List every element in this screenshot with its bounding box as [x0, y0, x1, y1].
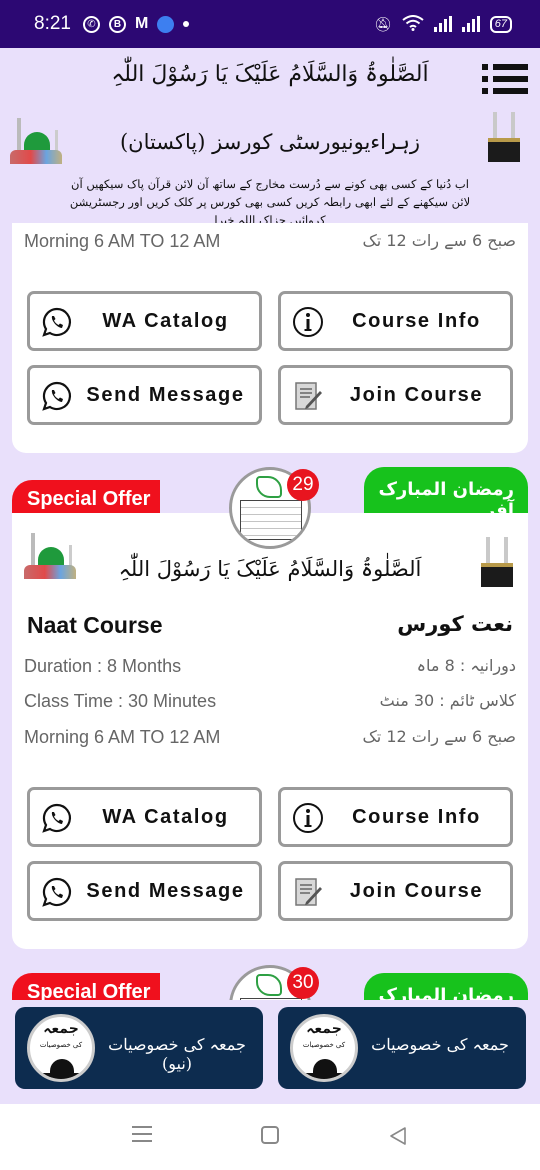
ramadan-offer-ribbon: رمضان المبارک آفر	[364, 973, 528, 1000]
class-time-en: Class Time : 30 Minutes	[24, 691, 217, 711]
duration-ur: دورانیہ : 8 ماہ	[416, 656, 516, 675]
wa-catalog-label: WA Catalog	[102, 309, 229, 332]
whatsapp-business-icon: B	[108, 15, 126, 33]
logo-icon	[256, 974, 282, 996]
promo-label: جمعہ کی خصوصیات (نیو)	[108, 1035, 246, 1073]
course-sheet-image	[240, 500, 302, 540]
battery-icon: 67	[489, 15, 512, 33]
schedule-ur: صبح 6 سے رات 12 تک	[362, 231, 516, 250]
messenger-icon	[157, 15, 175, 33]
special-offer-ribbon: Special Offer	[12, 973, 160, 1000]
join-course-label: Join Course	[349, 879, 484, 902]
ramadan-offer-ribbon: رمضان المبارک آفر	[364, 467, 528, 521]
schedule-ur: صبح 6 سے رات 12 تک	[362, 727, 516, 746]
course-number-badge: 30	[287, 967, 319, 999]
wa-catalog-label: WA Catalog	[102, 805, 229, 828]
schedule-row: Morning 6 AM TO 12 AM صبح 6 سے رات 12 تک	[24, 727, 516, 755]
system-nav-bar	[0, 1104, 540, 1170]
status-bar: 8:21 ✆ B M 🔕︎ 67	[0, 0, 540, 48]
mute-icon: 🔕︎	[373, 15, 392, 32]
course-info-button[interactable]: Course Info	[278, 291, 513, 351]
schedule-en: Morning 6 AM TO 12 AM	[24, 231, 221, 251]
whatsapp-icon	[42, 381, 72, 411]
whatsapp-icon	[42, 307, 72, 337]
course-card: اَلصَّلٰوۃُ وَالسَّلَامُ عَلَیْکَ یَا رَ…	[12, 513, 528, 949]
course-card: Morning 6 AM TO 12 AM صبح 6 سے رات 12 تک…	[12, 223, 528, 453]
system-icons: 🔕︎ 67	[373, 14, 512, 34]
schedule-en: Morning 6 AM TO 12 AM	[24, 727, 221, 747]
back-icon[interactable]	[388, 1126, 408, 1146]
logo-icon	[256, 476, 282, 498]
jumma-icon: جمعہ کی خصوصیات	[27, 1014, 95, 1082]
notification-icons: ✆ B M	[82, 15, 190, 33]
course-info-label: Course Info	[352, 805, 481, 828]
course-title-ur: نعت کورس	[397, 612, 513, 636]
jumma-icon-subtitle: کی خصوصیات	[302, 1041, 346, 1049]
gmail-icon: M	[134, 15, 149, 32]
home-icon[interactable]	[261, 1126, 279, 1144]
registration-form-icon	[295, 878, 322, 906]
course-title-en: Naat Course	[27, 612, 163, 638]
app-header: اَلصَّلٰوۃُ وَالسَّلَامُ عَلَیْکَ یَا رَ…	[0, 48, 540, 227]
wifi-icon	[402, 14, 424, 34]
promo-label: جمعہ کی خصوصیات	[371, 1035, 509, 1054]
jumma-features-new-button[interactable]: جمعہ کی خصوصیات جمعہ کی خصوصیات (نیو)	[15, 1007, 263, 1089]
join-course-button[interactable]: Join Course	[278, 365, 513, 425]
send-message-button[interactable]: Send Message	[27, 861, 262, 921]
course-list[interactable]: Morning 6 AM TO 12 AM صبح 6 سے رات 12 تک…	[0, 223, 540, 1000]
wa-catalog-button[interactable]: WA Catalog	[27, 787, 262, 847]
class-time-ur: کلاس ٹائم : 30 منٹ	[379, 691, 516, 710]
signal-icon	[433, 16, 452, 32]
info-icon	[293, 803, 323, 833]
send-message-button[interactable]: Send Message	[27, 365, 262, 425]
course-number-badge: 29	[287, 469, 319, 501]
jumma-icon-subtitle: کی خصوصیات	[39, 1041, 83, 1049]
recent-apps-icon[interactable]	[132, 1126, 152, 1142]
course-info-label: Course Info	[352, 309, 481, 332]
send-message-label: Send Message	[86, 879, 245, 902]
header-title: زہراءیونیورسٹی کورسز (پاکستان)	[119, 130, 421, 154]
card-salawat: اَلصَّلٰوۃُ وَالسَّلَامُ عَلَیْکَ یَا رَ…	[118, 557, 422, 581]
duration-row: Duration : 8 Months دورانیہ : 8 ماہ	[24, 656, 516, 684]
header-salawat: اَلصَّلٰوۃُ وَالسَّلَامُ عَلَیْکَ یَا رَ…	[111, 62, 429, 87]
course-title-row: Naat Course نعت کورس	[27, 612, 513, 639]
jumma-icon: جمعہ کی خصوصیات	[290, 1014, 358, 1082]
join-course-button[interactable]: Join Course	[278, 861, 513, 921]
registration-form-icon	[295, 382, 322, 410]
info-icon	[293, 307, 323, 337]
whatsapp-icon	[42, 803, 72, 833]
promo-bar: جمعہ کی خصوصیات جمعہ کی خصوصیات (نیو) جم…	[0, 1000, 540, 1104]
kaaba-icon	[478, 537, 516, 587]
join-course-label: Join Course	[349, 383, 484, 406]
jumma-features-button[interactable]: جمعہ کی خصوصیات جمعہ کی خصوصیات	[278, 1007, 526, 1089]
header-description: اب دُنیا کے کسی بھی کونے سے دُرست مخارج …	[69, 177, 471, 227]
whatsapp-icon	[42, 877, 72, 907]
kaaba-icon	[485, 112, 523, 162]
hamburger-menu-icon[interactable]	[482, 64, 528, 94]
dot-icon	[183, 21, 190, 27]
schedule-row: Morning 6 AM TO 12 AM صبح 6 سے رات 12 تک	[24, 231, 516, 259]
send-message-label: Send Message	[86, 383, 245, 406]
signal-icon	[461, 16, 480, 32]
wa-catalog-button[interactable]: WA Catalog	[27, 291, 262, 351]
whatsapp-icon: ✆	[82, 15, 100, 33]
course-info-button[interactable]: Course Info	[278, 787, 513, 847]
jumma-icon-title: جمعہ	[43, 1021, 79, 1037]
duration-en: Duration : 8 Months	[24, 656, 182, 676]
jumma-icon-title: جمعہ	[306, 1021, 342, 1037]
class-time-row: Class Time : 30 Minutes کلاس ٹائم : 30 م…	[24, 691, 516, 719]
status-time: 8:21	[34, 13, 71, 34]
